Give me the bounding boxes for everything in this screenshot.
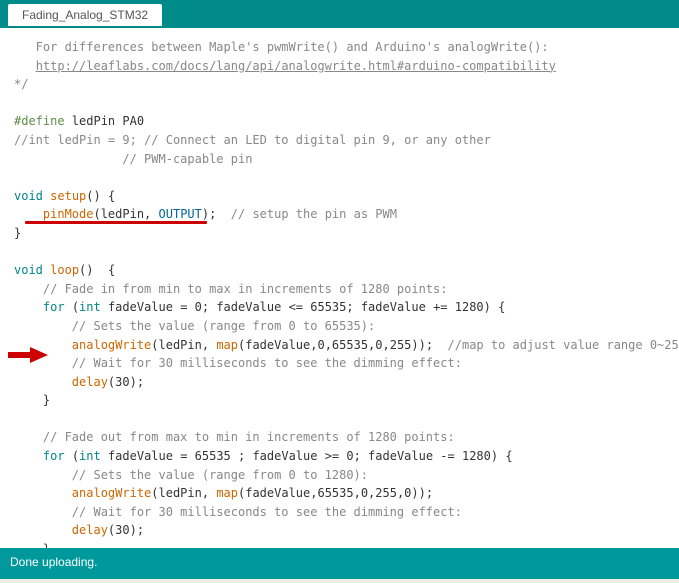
code-line: } [14,391,665,410]
code-line: analogWrite(ledPin, map(fadeValue,0,6553… [14,336,665,355]
code-line: // PWM-capable pin [14,150,665,169]
tab-container: Fading_Analog_STM32 [0,4,679,28]
comment-link: http://leaflabs.com/docs/lang/api/analog… [36,59,556,73]
code-line: void setup() { [14,187,665,206]
code-line [14,410,665,429]
code-line: */ [14,75,665,94]
code-line [14,94,665,113]
code-line: // Wait for 30 milliseconds to see the d… [14,354,665,373]
code-editor[interactable]: For differences between Maple's pwmWrite… [0,28,679,548]
code-line: void loop() { [14,261,665,280]
code-line: for (int fadeValue = 65535 ; fadeValue >… [14,447,665,466]
code-line: for (int fadeValue = 0; fadeValue <= 655… [14,298,665,317]
code-line: http://leaflabs.com/docs/lang/api/analog… [14,57,665,76]
code-line [14,243,665,262]
code-line [14,168,665,187]
code-line: // Wait for 30 milliseconds to see the d… [14,503,665,522]
tab-file[interactable]: Fading_Analog_STM32 [8,4,162,26]
code-line: // Sets the value (range from 0 to 1280)… [14,466,665,485]
status-bar: Done uploading. [0,548,679,579]
code-line: #define ledPin PA0 [14,112,665,131]
code-line: For differences between Maple's pwmWrite… [14,38,665,57]
tab-label: Fading_Analog_STM32 [22,8,148,22]
red-underline-annotation [25,221,207,224]
code-line: } [14,224,665,243]
status-text: Done uploading. [10,555,97,569]
code-line: //int ledPin = 9; // Connect an LED to d… [14,131,665,150]
code-line: // Fade in from min to max in increments… [14,280,665,299]
code-line: // Fade out from max to min in increment… [14,428,665,447]
code-line: delay(30); [14,521,665,540]
code-line: } [14,540,665,548]
code-line: delay(30); [14,373,665,392]
code-line: analogWrite(ledPin, map(fadeValue,65535,… [14,484,665,503]
code-line: // Sets the value (range from 0 to 65535… [14,317,665,336]
